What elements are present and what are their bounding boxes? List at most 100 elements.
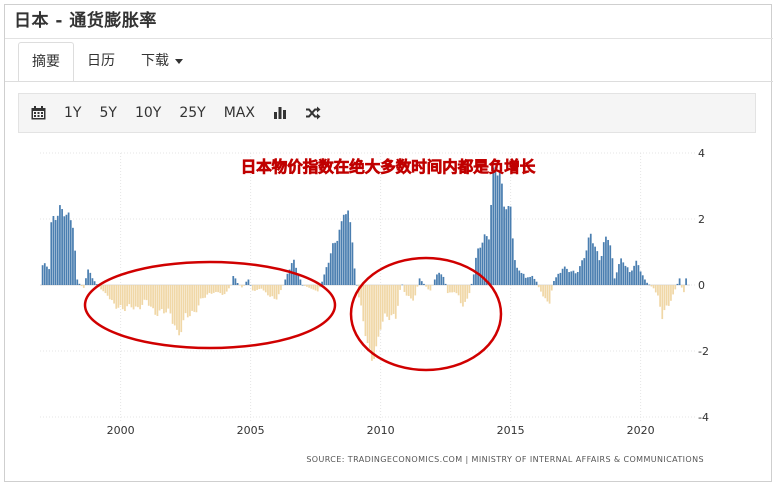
bar: [199, 285, 202, 299]
bar: [206, 285, 209, 295]
x-tick-label: 2005: [237, 424, 265, 437]
y-tick-label: 4: [698, 147, 705, 160]
bar: [290, 263, 293, 285]
bar: [111, 285, 113, 301]
bar: [626, 267, 629, 285]
bar: [134, 285, 137, 307]
bar: [540, 285, 542, 292]
bar: [241, 285, 243, 288]
bar: [178, 285, 180, 336]
bar: [182, 285, 185, 321]
bar: [299, 279, 302, 285]
bar: [282, 285, 284, 286]
bar: [82, 285, 85, 288]
bar: [327, 262, 330, 285]
bar: [286, 273, 289, 285]
bar: [392, 285, 395, 314]
bar: [54, 220, 57, 285]
bar: [412, 285, 414, 301]
bar: [570, 271, 573, 285]
bar: [654, 285, 657, 293]
bar: [607, 239, 609, 285]
y-axis-ticks: 4 2 0 -2 -4: [698, 147, 709, 424]
bar: [648, 284, 651, 286]
bar: [507, 206, 510, 285]
bar: [680, 285, 683, 288]
bar: [667, 285, 670, 306]
bar: [167, 285, 170, 309]
bar: [470, 283, 473, 285]
bar: [440, 274, 443, 285]
bar: [685, 278, 687, 285]
bar: [390, 285, 393, 316]
bar: [416, 285, 419, 287]
bar: [147, 285, 150, 306]
bar: [386, 285, 388, 317]
bar: [210, 285, 213, 294]
bar: [351, 242, 354, 285]
bar: [150, 285, 152, 307]
bar: [243, 285, 245, 286]
bar: [80, 285, 83, 287]
bar: [670, 285, 672, 301]
bar: [195, 285, 198, 313]
bar: [457, 285, 460, 296]
x-tick-label: 2010: [367, 424, 395, 437]
bar: [498, 171, 501, 285]
bar: [113, 285, 115, 304]
bar: [74, 250, 76, 285]
bar: [397, 285, 399, 306]
bar: [329, 253, 332, 285]
bar: [605, 236, 607, 285]
bar: [375, 285, 378, 347]
bar: [425, 285, 427, 287]
bar: [449, 285, 451, 293]
bar: [176, 285, 178, 330]
bar: [284, 279, 287, 285]
bar: [479, 247, 482, 285]
bar: [46, 266, 48, 285]
bar: [561, 268, 564, 285]
bar: [611, 258, 614, 285]
bar: [193, 285, 196, 312]
bar: [349, 222, 352, 285]
bar: [87, 269, 89, 285]
bar: [171, 285, 174, 324]
bar: [295, 267, 297, 285]
chart-annotation: 日本物价指数在绝大多数时间内都是负增长: [241, 157, 536, 176]
bar: [462, 285, 464, 307]
bar: [566, 268, 568, 285]
bar: [401, 284, 404, 286]
bar: [347, 210, 349, 285]
bar: [436, 274, 438, 285]
bar: [364, 285, 367, 337]
bar: [574, 273, 577, 285]
bar: [41, 265, 44, 285]
bar: [154, 285, 157, 315]
bar: [624, 265, 627, 285]
bar: [527, 277, 529, 285]
bar: [453, 285, 456, 293]
bar: [598, 260, 601, 285]
bar: [69, 220, 72, 285]
bar: [63, 216, 66, 285]
bar: [345, 214, 347, 285]
bar: [225, 285, 228, 292]
bar: [516, 267, 518, 285]
bar: [89, 272, 92, 285]
bar: [230, 285, 232, 286]
bar: [184, 285, 187, 314]
bar: [620, 258, 622, 285]
bar: [388, 285, 391, 321]
bar: [514, 260, 516, 285]
bar: [104, 285, 107, 294]
bar: [550, 285, 553, 291]
bar: [221, 285, 224, 295]
bar: [232, 276, 235, 285]
bar: [455, 285, 458, 294]
bar: [106, 285, 109, 296]
x-axis-ticks: 2000 2005 2010 2015 2020: [107, 424, 655, 437]
bar: [459, 285, 462, 304]
bar: [661, 285, 664, 320]
bar: [219, 285, 222, 294]
